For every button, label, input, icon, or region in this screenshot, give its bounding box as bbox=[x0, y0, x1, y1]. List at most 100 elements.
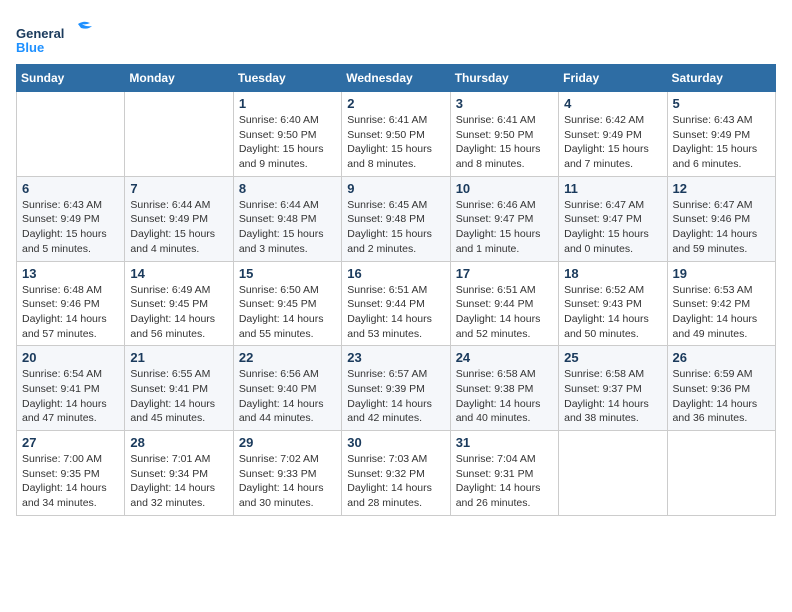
calendar-cell: 19 Sunrise: 6:53 AMSunset: 9:42 PMDayligh… bbox=[667, 261, 775, 346]
day-number: 30 bbox=[347, 435, 444, 450]
day-number: 29 bbox=[239, 435, 336, 450]
calendar-cell: 27 Sunrise: 7:00 AMSunset: 9:35 PMDayligh… bbox=[17, 431, 125, 516]
weekday-header: Friday bbox=[559, 65, 667, 92]
calendar-cell: 1 Sunrise: 6:40 AMSunset: 9:50 PMDaylight… bbox=[233, 92, 341, 177]
weekday-header: Tuesday bbox=[233, 65, 341, 92]
day-info: Sunrise: 6:51 AMSunset: 9:44 PMDaylight:… bbox=[456, 283, 553, 342]
calendar-cell: 22 Sunrise: 6:56 AMSunset: 9:40 PMDayligh… bbox=[233, 346, 341, 431]
day-info: Sunrise: 6:41 AMSunset: 9:50 PMDaylight:… bbox=[456, 113, 553, 172]
page-header: General Blue bbox=[16, 16, 776, 56]
weekday-header: Monday bbox=[125, 65, 233, 92]
calendar-cell: 6 Sunrise: 6:43 AMSunset: 9:49 PMDaylight… bbox=[17, 176, 125, 261]
day-info: Sunrise: 6:40 AMSunset: 9:50 PMDaylight:… bbox=[239, 113, 336, 172]
day-number: 21 bbox=[130, 350, 227, 365]
calendar-week-row: 13 Sunrise: 6:48 AMSunset: 9:46 PMDayligh… bbox=[17, 261, 776, 346]
day-info: Sunrise: 6:52 AMSunset: 9:43 PMDaylight:… bbox=[564, 283, 661, 342]
day-number: 4 bbox=[564, 96, 661, 111]
day-number: 14 bbox=[130, 266, 227, 281]
calendar-cell: 28 Sunrise: 7:01 AMSunset: 9:34 PMDayligh… bbox=[125, 431, 233, 516]
calendar-cell: 12 Sunrise: 6:47 AMSunset: 9:46 PMDayligh… bbox=[667, 176, 775, 261]
weekday-header: Sunday bbox=[17, 65, 125, 92]
day-number: 15 bbox=[239, 266, 336, 281]
day-number: 22 bbox=[239, 350, 336, 365]
weekday-header: Saturday bbox=[667, 65, 775, 92]
calendar-cell bbox=[667, 431, 775, 516]
calendar-cell: 17 Sunrise: 6:51 AMSunset: 9:44 PMDayligh… bbox=[450, 261, 558, 346]
calendar-cell: 9 Sunrise: 6:45 AMSunset: 9:48 PMDaylight… bbox=[342, 176, 450, 261]
calendar-week-row: 20Sunrise: 6:54 AMSunset: 9:41 PMDayligh… bbox=[17, 346, 776, 431]
calendar-cell: 26 Sunrise: 6:59 AMSunset: 9:36 PMDayligh… bbox=[667, 346, 775, 431]
calendar-cell: 2Sunrise: 6:41 AMSunset: 9:50 PMDaylight… bbox=[342, 92, 450, 177]
day-info: Sunrise: 7:00 AMSunset: 9:35 PMDaylight:… bbox=[22, 452, 119, 511]
calendar-cell: 24 Sunrise: 6:58 AMSunset: 9:38 PMDayligh… bbox=[450, 346, 558, 431]
day-info: Sunrise: 6:42 AMSunset: 9:49 PMDaylight:… bbox=[564, 113, 661, 172]
day-number: 13 bbox=[22, 266, 119, 281]
logo: General Blue bbox=[16, 16, 116, 56]
day-number: 24 bbox=[456, 350, 553, 365]
calendar-cell: 25 Sunrise: 6:58 AMSunset: 9:37 PMDayligh… bbox=[559, 346, 667, 431]
calendar-cell bbox=[17, 92, 125, 177]
calendar-cell: 30 Sunrise: 7:03 AMSunset: 9:32 PMDayligh… bbox=[342, 431, 450, 516]
calendar-cell: 3 Sunrise: 6:41 AMSunset: 9:50 PMDaylight… bbox=[450, 92, 558, 177]
day-info: Sunrise: 7:01 AMSunset: 9:34 PMDaylight:… bbox=[130, 452, 227, 511]
day-number: 6 bbox=[22, 181, 119, 196]
calendar-cell: 11Sunrise: 6:47 AMSunset: 9:47 PMDayligh… bbox=[559, 176, 667, 261]
day-number: 26 bbox=[673, 350, 770, 365]
calendar-cell: 14 Sunrise: 6:49 AMSunset: 9:45 PMDayligh… bbox=[125, 261, 233, 346]
day-info: Sunrise: 7:03 AMSunset: 9:32 PMDaylight:… bbox=[347, 452, 444, 511]
calendar-cell: 31 Sunrise: 7:04 AMSunset: 9:31 PMDayligh… bbox=[450, 431, 558, 516]
day-info: Sunrise: 6:57 AMSunset: 9:39 PMDaylight:… bbox=[347, 367, 444, 426]
day-number: 19 bbox=[673, 266, 770, 281]
day-info: Sunrise: 6:54 AMSunset: 9:41 PMDaylight:… bbox=[22, 367, 119, 426]
calendar-cell: 18 Sunrise: 6:52 AMSunset: 9:43 PMDayligh… bbox=[559, 261, 667, 346]
day-info: Sunrise: 6:59 AMSunset: 9:36 PMDaylight:… bbox=[673, 367, 770, 426]
day-number: 16 bbox=[347, 266, 444, 281]
day-info: Sunrise: 6:55 AMSunset: 9:41 PMDaylight:… bbox=[130, 367, 227, 426]
day-number: 9 bbox=[347, 181, 444, 196]
day-number: 12 bbox=[673, 181, 770, 196]
calendar-cell: 5Sunrise: 6:43 AMSunset: 9:49 PMDaylight… bbox=[667, 92, 775, 177]
day-number: 17 bbox=[456, 266, 553, 281]
calendar-cell bbox=[125, 92, 233, 177]
day-number: 8 bbox=[239, 181, 336, 196]
day-number: 31 bbox=[456, 435, 553, 450]
day-info: Sunrise: 6:45 AMSunset: 9:48 PMDaylight:… bbox=[347, 198, 444, 257]
day-number: 10 bbox=[456, 181, 553, 196]
calendar-cell: 16Sunrise: 6:51 AMSunset: 9:44 PMDayligh… bbox=[342, 261, 450, 346]
day-number: 1 bbox=[239, 96, 336, 111]
day-info: Sunrise: 6:43 AMSunset: 9:49 PMDaylight:… bbox=[22, 198, 119, 257]
day-number: 28 bbox=[130, 435, 227, 450]
day-number: 25 bbox=[564, 350, 661, 365]
day-info: Sunrise: 6:50 AMSunset: 9:45 PMDaylight:… bbox=[239, 283, 336, 342]
day-info: Sunrise: 6:44 AMSunset: 9:48 PMDaylight:… bbox=[239, 198, 336, 257]
day-info: Sunrise: 6:56 AMSunset: 9:40 PMDaylight:… bbox=[239, 367, 336, 426]
day-info: Sunrise: 6:47 AMSunset: 9:47 PMDaylight:… bbox=[564, 198, 661, 257]
day-info: Sunrise: 6:44 AMSunset: 9:49 PMDaylight:… bbox=[130, 198, 227, 257]
day-info: Sunrise: 6:49 AMSunset: 9:45 PMDaylight:… bbox=[130, 283, 227, 342]
day-number: 3 bbox=[456, 96, 553, 111]
calendar-header-row: SundayMondayTuesdayWednesdayThursdayFrid… bbox=[17, 65, 776, 92]
day-info: Sunrise: 6:58 AMSunset: 9:38 PMDaylight:… bbox=[456, 367, 553, 426]
calendar-cell: 15 Sunrise: 6:50 AMSunset: 9:45 PMDayligh… bbox=[233, 261, 341, 346]
day-number: 18 bbox=[564, 266, 661, 281]
calendar-cell: 20Sunrise: 6:54 AMSunset: 9:41 PMDayligh… bbox=[17, 346, 125, 431]
calendar-week-row: 1 Sunrise: 6:40 AMSunset: 9:50 PMDaylight… bbox=[17, 92, 776, 177]
calendar-cell: 13 Sunrise: 6:48 AMSunset: 9:46 PMDayligh… bbox=[17, 261, 125, 346]
day-number: 7 bbox=[130, 181, 227, 196]
day-info: Sunrise: 6:58 AMSunset: 9:37 PMDaylight:… bbox=[564, 367, 661, 426]
calendar-table: SundayMondayTuesdayWednesdayThursdayFrid… bbox=[16, 64, 776, 516]
day-info: Sunrise: 6:47 AMSunset: 9:46 PMDaylight:… bbox=[673, 198, 770, 257]
day-info: Sunrise: 7:02 AMSunset: 9:33 PMDaylight:… bbox=[239, 452, 336, 511]
day-info: Sunrise: 6:53 AMSunset: 9:42 PMDaylight:… bbox=[673, 283, 770, 342]
day-number: 2 bbox=[347, 96, 444, 111]
day-number: 27 bbox=[22, 435, 119, 450]
logo-svg: General Blue bbox=[16, 16, 116, 56]
day-info: Sunrise: 6:48 AMSunset: 9:46 PMDaylight:… bbox=[22, 283, 119, 342]
calendar-cell: 21 Sunrise: 6:55 AMSunset: 9:41 PMDayligh… bbox=[125, 346, 233, 431]
svg-text:Blue: Blue bbox=[16, 40, 44, 55]
weekday-header: Thursday bbox=[450, 65, 558, 92]
day-info: Sunrise: 7:04 AMSunset: 9:31 PMDaylight:… bbox=[456, 452, 553, 511]
day-info: Sunrise: 6:46 AMSunset: 9:47 PMDaylight:… bbox=[456, 198, 553, 257]
calendar-cell: 8 Sunrise: 6:44 AMSunset: 9:48 PMDaylight… bbox=[233, 176, 341, 261]
calendar-cell bbox=[559, 431, 667, 516]
